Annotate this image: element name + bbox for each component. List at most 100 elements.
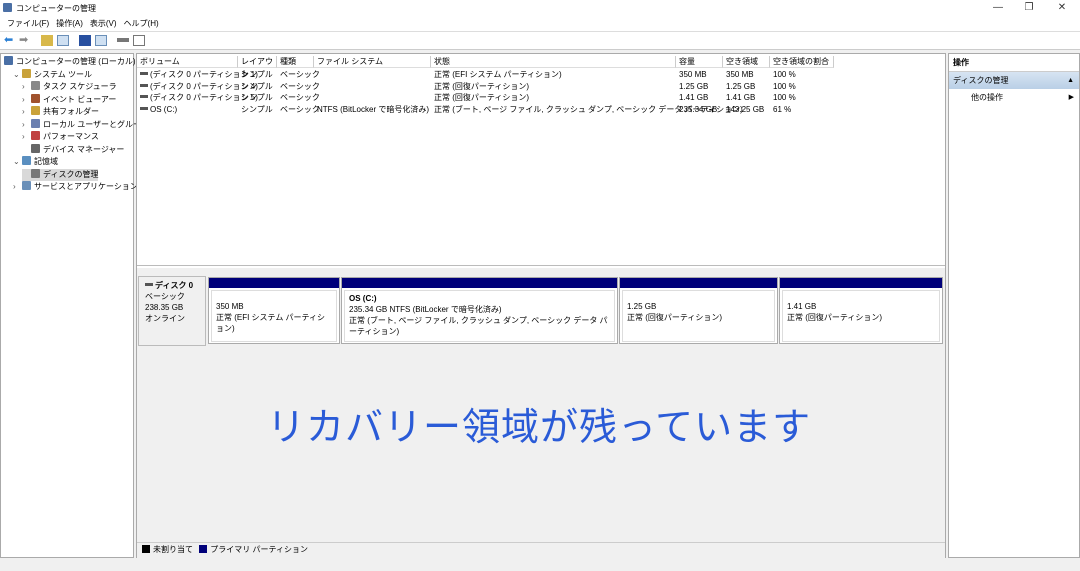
table-cell: 100 % bbox=[773, 81, 796, 91]
column-header[interactable]: 空き領域の割合 bbox=[770, 56, 834, 68]
tree-item[interactable]: › ローカル ユーザーとグループ bbox=[22, 118, 149, 131]
column-header[interactable]: ボリューム bbox=[137, 56, 238, 68]
properties-icon[interactable] bbox=[95, 35, 107, 46]
partition-block[interactable]: 1.41 GB 正常 (回復パーティション) bbox=[779, 277, 943, 344]
partition-title: OS (C:) bbox=[349, 294, 377, 303]
partition-size: 350 MB bbox=[216, 302, 244, 311]
forward-icon[interactable]: ➡ bbox=[19, 33, 31, 46]
table-cell: OS (C:) bbox=[137, 104, 177, 116]
window-title: コンピューターの管理 bbox=[16, 4, 96, 13]
tree-node-icon bbox=[31, 143, 40, 153]
partition-type-bar bbox=[209, 278, 339, 288]
tree-item[interactable]: › サービスとアプリケーション bbox=[13, 181, 138, 193]
column-header[interactable]: ファイル システム bbox=[314, 56, 431, 68]
column-header[interactable]: 種類 bbox=[277, 56, 314, 68]
disk-graphical-view: ディスク 0 ベーシック 238.35 GB オンライン 350 MB 正常 (E… bbox=[137, 268, 945, 558]
table-cell: 235.34 GB bbox=[679, 104, 718, 114]
table-cell: 350 MB bbox=[726, 70, 754, 79]
tree-item[interactable]: ⌄ システム ツール bbox=[13, 68, 92, 81]
volume-list: ボリューム レイアウト 種類 ファイル システム 状態 容量 空き領域 空き領域の割合 (ディス… bbox=[137, 54, 945, 266]
tree-item-label: イベント ビューアー bbox=[43, 94, 117, 104]
disk-0-label[interactable]: ディスク 0 ベーシック 238.35 GB オンライン bbox=[138, 276, 206, 346]
up-folder-icon[interactable] bbox=[41, 35, 53, 46]
column-header[interactable]: 容量 bbox=[676, 56, 723, 68]
tree-node-icon bbox=[31, 106, 40, 115]
menu-file[interactable]: ファイル(F) bbox=[7, 16, 49, 32]
table-cell: シンプル bbox=[241, 104, 273, 114]
tree-item[interactable]: › タスク スケジューラ bbox=[22, 81, 117, 93]
legend: 未割り当て プライマリ パーティション bbox=[137, 542, 945, 556]
tree-item-label: システム ツール bbox=[34, 69, 92, 79]
legend-swatch-unallocated bbox=[142, 545, 150, 553]
partition-block[interactable]: OS (C:) 235.34 GB NTFS (BitLocker で暗号化済み)… bbox=[341, 277, 618, 344]
tree-node-icon bbox=[31, 168, 40, 178]
connect-icon[interactable] bbox=[117, 38, 129, 42]
close-button[interactable]: ✕ bbox=[1052, 2, 1072, 13]
restore-button[interactable]: ❐ bbox=[1019, 2, 1039, 13]
tree-node-icon bbox=[22, 68, 31, 78]
view-icon[interactable] bbox=[133, 35, 145, 46]
column-header[interactable]: 空き領域 bbox=[723, 56, 770, 68]
tree-node-icon bbox=[31, 81, 40, 90]
expander-icon[interactable]: › bbox=[22, 81, 31, 93]
table-cell: ベーシック bbox=[280, 81, 320, 91]
more-actions-label: 他の操作 bbox=[971, 93, 1003, 102]
help-icon[interactable] bbox=[79, 35, 91, 46]
table-row[interactable]: (ディスク 0 パーティション 4) シンプル ベーシック 正常 (回復パーティション… bbox=[137, 81, 945, 93]
tree-item[interactable]: ⌄ 記憶域 bbox=[13, 156, 58, 168]
expander-icon[interactable]: › bbox=[22, 119, 31, 131]
tree-item-label: タスク スケジューラ bbox=[43, 82, 117, 91]
tree-item-label: 記憶域 bbox=[34, 157, 58, 166]
tree-item-label: コンピューターの管理 (ローカル) bbox=[16, 57, 136, 66]
volume-icon bbox=[140, 72, 148, 75]
expander-icon[interactable]: ⌄ bbox=[13, 156, 22, 168]
table-cell: シンプル bbox=[241, 81, 273, 91]
partition-block[interactable]: 1.25 GB 正常 (回復パーティション) bbox=[619, 277, 778, 344]
actions-more-actions[interactable]: 他の操作 ▶ bbox=[949, 89, 1079, 106]
tree-item[interactable]: › パフォーマンス bbox=[22, 131, 99, 143]
tree-item[interactable]: › 共有フォルダー bbox=[22, 106, 99, 118]
column-header[interactable]: 状態 bbox=[431, 56, 676, 68]
menu-help[interactable]: ヘルプ(H) bbox=[124, 16, 159, 32]
expander-icon[interactable]: › bbox=[22, 94, 31, 106]
submenu-arrow-icon: ▶ bbox=[1068, 94, 1074, 101]
table-cell: シンプル bbox=[241, 70, 273, 79]
partition-status: 正常 (EFI システム パーティション) bbox=[216, 313, 326, 333]
tree-item[interactable]: デバイス マネージャー bbox=[22, 143, 125, 156]
menu-view[interactable]: 表示(V) bbox=[90, 16, 117, 32]
tree-item-label: デバイス マネージャー bbox=[43, 144, 125, 154]
actions-header: 操作 bbox=[949, 54, 1079, 72]
partition-type-bar bbox=[620, 278, 777, 288]
tree-item[interactable]: コンピューターの管理 (ローカル) bbox=[4, 56, 136, 68]
expander-icon[interactable]: › bbox=[13, 181, 22, 193]
tree-item[interactable]: ディスクの管理 bbox=[22, 168, 99, 181]
table-cell: 正常 (EFI システム パーティション) bbox=[434, 70, 562, 79]
table-cell: 正常 (回復パーティション) bbox=[434, 93, 530, 102]
disk-icon bbox=[145, 283, 153, 286]
table-row[interactable]: (ディスク 0 パーティション 5) シンプル ベーシック 正常 (回復パーティション… bbox=[137, 92, 945, 104]
volume-icon bbox=[140, 106, 148, 110]
column-header[interactable]: レイアウト bbox=[238, 56, 277, 78]
partition-status: 正常 (回復パーティション) bbox=[627, 313, 723, 322]
partition-status: 正常 (ブート, ページ ファイル, クラッシュ ダンプ, ベーシック データ … bbox=[349, 316, 608, 336]
table-row[interactable]: (ディスク 0 パーティション 1) シンプル ベーシック 正常 (EFI システム … bbox=[137, 69, 945, 81]
actions-section-disk-management[interactable]: ディスクの管理 ▲ bbox=[949, 72, 1079, 89]
tree-item-label: サービスとアプリケーション bbox=[34, 182, 138, 191]
expander-icon[interactable]: ⌄ bbox=[13, 69, 22, 81]
show-hide-tree-icon[interactable] bbox=[57, 35, 69, 46]
expander-icon[interactable]: › bbox=[22, 131, 31, 143]
back-icon[interactable]: ⬅ bbox=[4, 33, 16, 46]
table-row[interactable]: OS (C:) シンプル ベーシック NTFS (BitLocker で暗号化済み) 正… bbox=[137, 104, 945, 116]
disk-status: オンライン bbox=[145, 314, 185, 323]
collapse-icon[interactable]: ▲ bbox=[1067, 74, 1074, 87]
minimize-button[interactable]: — bbox=[988, 2, 1008, 13]
partition-block[interactable]: 350 MB 正常 (EFI システム パーティション) bbox=[208, 277, 340, 344]
table-cell: シンプル bbox=[241, 93, 273, 102]
legend-unallocated: 未割り当て bbox=[153, 545, 193, 554]
tree-item[interactable]: › イベント ビューアー bbox=[22, 93, 117, 106]
menu-action[interactable]: 操作(A) bbox=[56, 16, 83, 32]
expander-icon[interactable]: › bbox=[22, 106, 31, 118]
disk-size: 238.35 GB bbox=[145, 303, 184, 312]
table-cell: 1.25 GB bbox=[726, 81, 756, 91]
disk-type: ベーシック bbox=[145, 292, 185, 301]
